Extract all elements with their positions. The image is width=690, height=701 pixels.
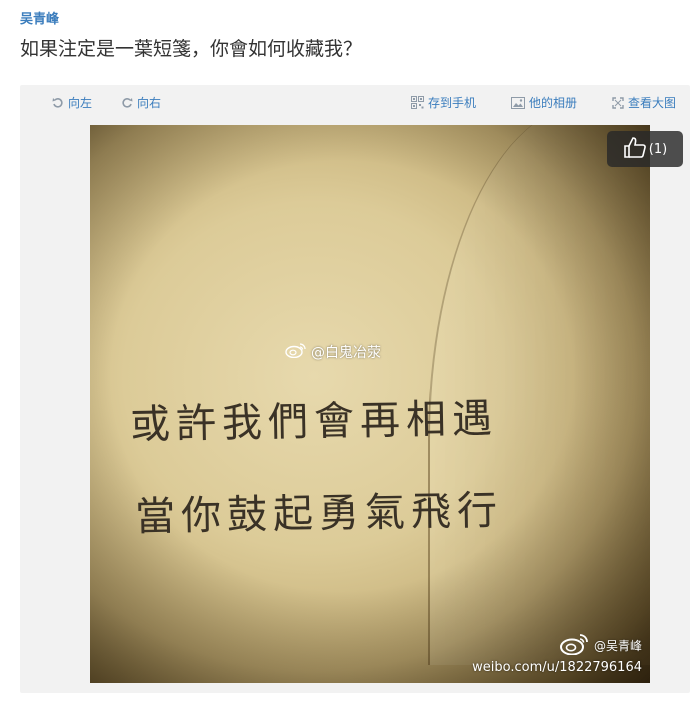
rotate-left-button[interactable]: 向左 [52,94,92,111]
expand-icon [612,96,624,109]
qr-code-icon [411,96,424,109]
like-count: (1) [648,141,668,157]
weibo-logo-icon [559,633,590,658]
center-watermark-text: @白鬼冶荥 [311,345,381,361]
author-name[interactable]: 吴青峰 [20,8,59,27]
media-box: 向左 向右 存到手机 他的相册 查看大图 @白鬼冶荥 或許我們會再相遇 當你鼓起… [20,85,690,693]
image-toolbar: 向左 向右 存到手机 他的相册 查看大图 [20,85,690,117]
thumbs-up-icon [623,136,647,162]
albums-label: 他的相册 [529,96,578,110]
post-text: 如果注定是一葉短箋，你會如何收藏我？ [20,38,363,60]
weibo-icon [285,342,307,362]
bottom-watermark: @吴青峰 weibo.com/u/1822796164 [472,633,642,675]
center-watermark: @白鬼冶荥 [285,342,381,362]
watermark-username: @吴青峰 [593,639,642,653]
like-button[interactable]: (1) [607,131,683,167]
rotate-right-icon [121,97,133,109]
view-large-label: 查看大图 [628,96,677,110]
post-photo[interactable]: @白鬼冶荥 或許我們會再相遇 當你鼓起勇氣飛行 @吴青峰 weibo.com/u… [90,125,650,683]
watermark-url: weibo.com/u/1822796164 [472,660,642,675]
view-large-button[interactable]: 查看大图 [612,94,676,111]
save-to-phone-label: 存到手机 [428,96,477,110]
rotate-right-label: 向右 [137,96,162,110]
handwriting-line-2: 當你鼓起勇氣飛行 [134,487,504,541]
rotate-left-label: 向左 [68,96,93,110]
rotate-right-button[interactable]: 向右 [121,94,161,111]
albums-button[interactable]: 他的相册 [511,94,577,111]
photo-album-icon [511,96,525,109]
save-to-phone-button[interactable]: 存到手机 [411,94,476,111]
rotate-left-icon [52,97,64,109]
handwriting-line-1: 或許我們會再相遇 [129,395,499,449]
